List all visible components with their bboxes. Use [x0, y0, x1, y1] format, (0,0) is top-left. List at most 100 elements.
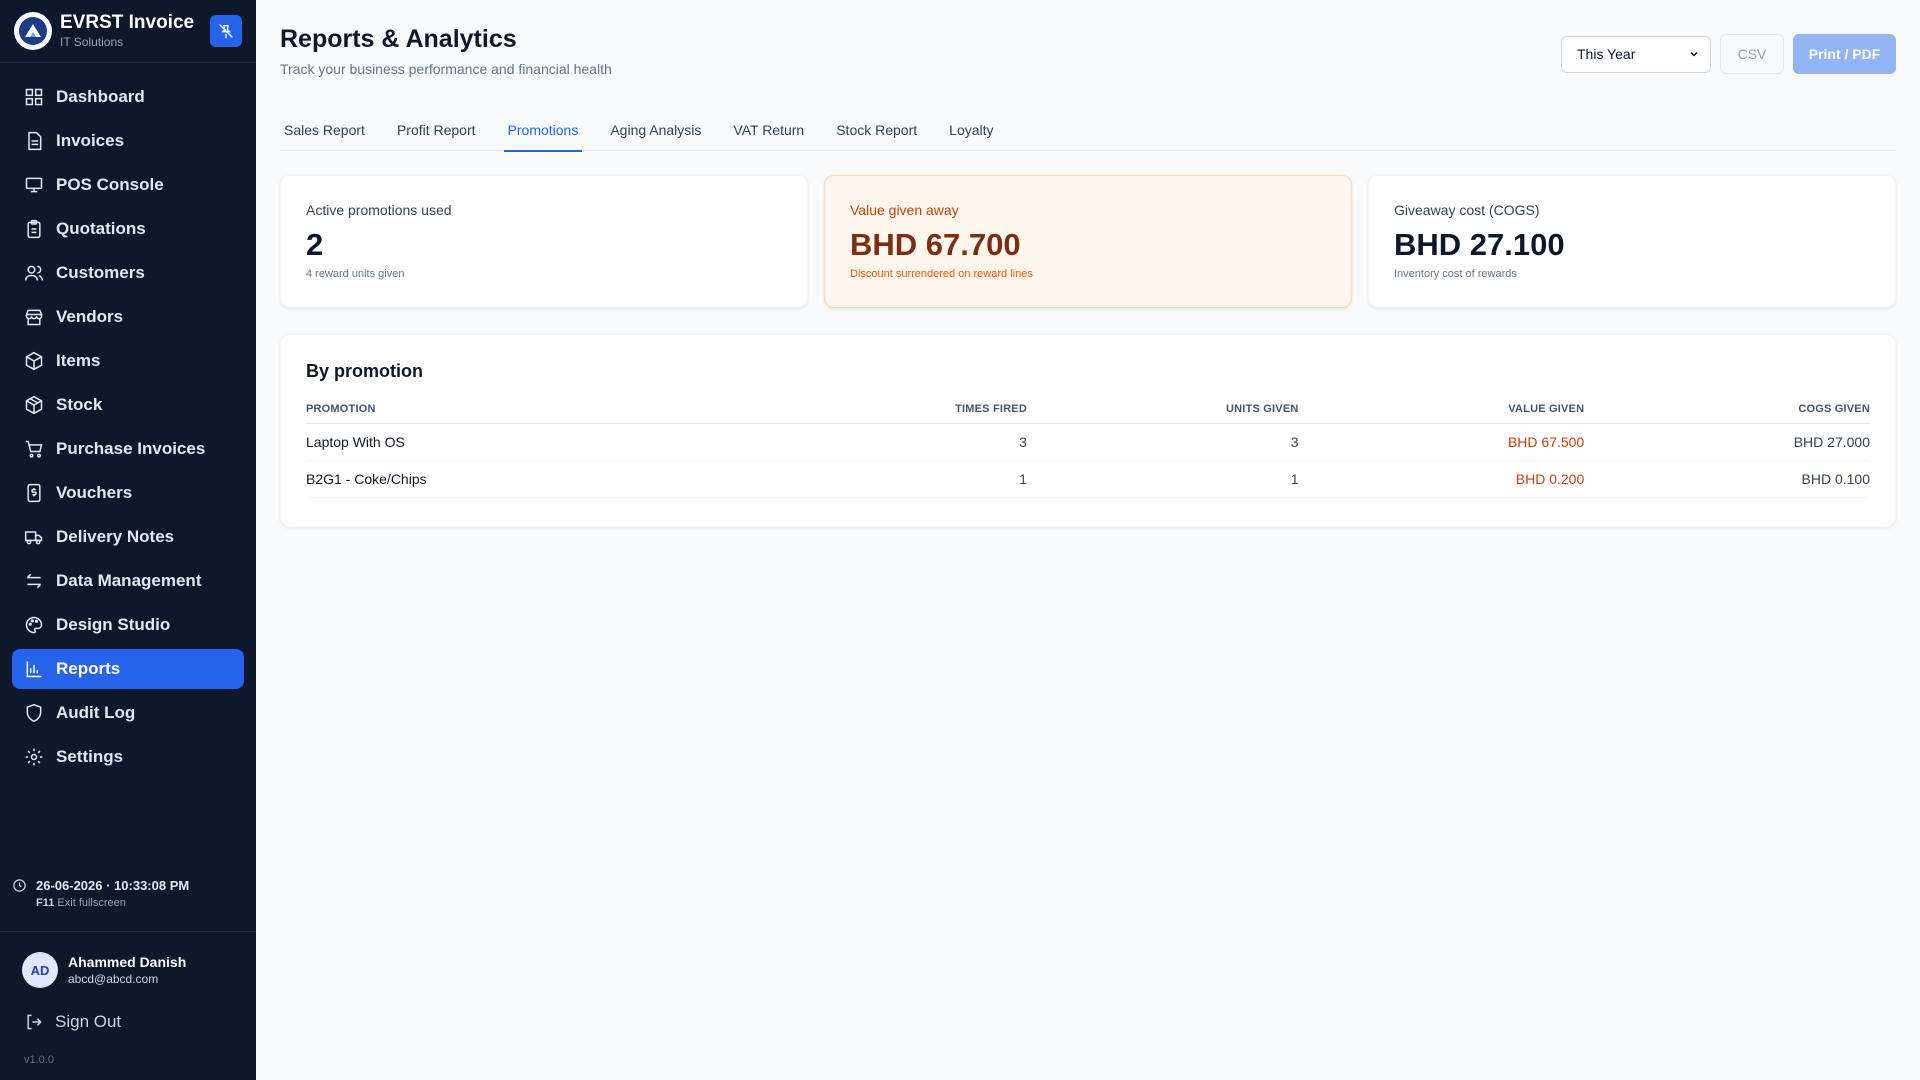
cart-icon	[25, 440, 43, 458]
sidebar-item-label: Purchase Invoices	[56, 439, 206, 458]
sidebar-item-data-management[interactable]: Data Management	[12, 561, 244, 601]
gear-icon	[25, 748, 43, 766]
units-given: 1	[1026, 460, 1299, 498]
palette-icon	[25, 616, 43, 634]
sidebar-item-label: Reports	[56, 659, 121, 678]
giveaway-cost-card: Giveaway cost (COGS) BHD 27.100 Inventor…	[1368, 175, 1896, 308]
value-given-away-card: Value given away BHD 67.700 Discount sur…	[824, 175, 1352, 308]
sidebar-item-label: Stock	[56, 395, 103, 414]
print-pdf-button[interactable]: Print / PDF	[1793, 34, 1896, 74]
sign-out-button[interactable]: Sign Out	[24, 1012, 121, 1032]
csv-export-button[interactable]: CSV	[1720, 34, 1784, 74]
sidebar-item-label: Dashboard	[56, 87, 145, 106]
column-header-promotion[interactable]: PROMOTION	[306, 396, 758, 424]
value-given: BHD 0.200	[1298, 460, 1585, 498]
sidebar-item-label: Vendors	[56, 307, 124, 326]
table-row[interactable]: Laptop With OS 3 3 BHD 67.500 BHD 27.000	[306, 423, 1870, 461]
sidebar-item-label: Items	[56, 351, 101, 370]
sidebar-item-invoices[interactable]: Invoices	[12, 121, 244, 161]
mountain-logo-icon	[14, 12, 52, 50]
column-header-times-fired[interactable]: TIMES FIRED	[757, 396, 1027, 424]
sidebar: EVRST Invoice IT Solutions Dashboard Inv…	[0, 0, 256, 1080]
sidebar-item-label: Quotations	[56, 219, 146, 238]
brand-header: EVRST Invoice IT Solutions	[0, 0, 256, 63]
card-note: Inventory cost of rewards	[1394, 268, 1517, 280]
period-select-value: This Year	[1577, 46, 1636, 62]
clipboard-icon	[27, 219, 41, 239]
user-profile[interactable]: AD Ahammed Danish abcd@abcd.com	[22, 952, 186, 988]
package-icon	[25, 395, 43, 415]
cogs-given: BHD 0.100	[1584, 460, 1870, 498]
card-value: 2	[306, 227, 324, 262]
sidebar-item-purchase-invoices[interactable]: Purchase Invoices	[12, 429, 244, 469]
tab-sales-report[interactable]: Sales Report	[280, 109, 369, 152]
card-label: Active promotions used	[306, 202, 452, 218]
sidebar-divider	[0, 931, 256, 932]
sidebar-item-dashboard[interactable]: Dashboard	[12, 77, 244, 117]
report-toolbar: This Year CSV Print / PDF	[1561, 34, 1896, 74]
tab-profit-report[interactable]: Profit Report	[393, 109, 480, 152]
page-title: Reports & Analytics	[280, 25, 517, 53]
sidebar-item-items[interactable]: Items	[12, 341, 244, 381]
sidebar-item-label: Design Studio	[56, 615, 171, 634]
table-header-row: PROMOTION TIMES FIRED UNITS GIVEN VALUE …	[306, 396, 1870, 424]
sidebar-nav: Dashboard Invoices POS Console Quotation…	[0, 63, 256, 777]
card-value: BHD 67.700	[850, 227, 1021, 262]
fullscreen-hint-text: Exit fullscreen	[57, 897, 126, 909]
card-label: Value given away	[850, 202, 959, 218]
sidebar-item-label: Invoices	[56, 131, 125, 150]
avatar: AD	[22, 952, 58, 988]
sidebar-item-label: Audit Log	[56, 703, 136, 722]
active-promotions-card: Active promotions used 2 4 reward units …	[280, 175, 808, 308]
users-icon	[24, 265, 44, 281]
promotions-table: PROMOTION TIMES FIRED UNITS GIVEN VALUE …	[306, 396, 1870, 498]
promotion-name: Laptop With OS	[306, 423, 758, 461]
sidebar-item-reports[interactable]: Reports	[12, 649, 244, 689]
sidebar-item-design-studio[interactable]: Design Studio	[12, 605, 244, 645]
unpin-sidebar-button[interactable]	[210, 15, 242, 47]
sidebar-item-vendors[interactable]: Vendors	[12, 297, 244, 337]
sidebar-item-label: Delivery Notes	[56, 527, 175, 546]
column-header-cogs-given[interactable]: COGS GIVEN	[1584, 396, 1870, 424]
report-tabs: Sales Report Profit Report Promotions Ag…	[280, 108, 1896, 152]
sidebar-item-delivery-notes[interactable]: Delivery Notes	[12, 517, 244, 557]
card-label: Giveaway cost (COGS)	[1394, 202, 1540, 218]
sidebar-item-settings[interactable]: Settings	[12, 737, 244, 777]
app-subtitle: IT Solutions	[60, 35, 124, 49]
cogs-given: BHD 27.000	[1584, 423, 1870, 461]
sidebar-item-vouchers[interactable]: Vouchers	[12, 473, 244, 513]
card-value: BHD 27.100	[1394, 227, 1565, 262]
sidebar-item-audit-log[interactable]: Audit Log	[12, 693, 244, 733]
tab-vat-return[interactable]: VAT Return	[729, 109, 808, 152]
units-given: 3	[1026, 423, 1299, 461]
dollar-receipt-icon	[27, 483, 41, 503]
column-header-units-given[interactable]: UNITS GIVEN	[1026, 396, 1299, 424]
period-select[interactable]: This Year	[1561, 35, 1711, 73]
column-header-value-given[interactable]: VALUE GIVEN	[1298, 396, 1585, 424]
tab-loyalty[interactable]: Loyalty	[945, 109, 997, 152]
clock-icon	[13, 879, 26, 892]
app-version: v1.0.0	[24, 1054, 54, 1066]
table-row[interactable]: B2G1 - Coke/Chips 1 1 BHD 0.200 BHD 0.10…	[306, 460, 1870, 498]
tab-stock-report[interactable]: Stock Report	[832, 109, 921, 152]
store-icon	[25, 309, 43, 326]
fullscreen-hint: F11 Exit fullscreen	[36, 897, 244, 909]
file-icon	[28, 131, 42, 151]
sidebar-item-customers[interactable]: Customers	[12, 253, 244, 293]
tab-aging-analysis[interactable]: Aging Analysis	[606, 109, 705, 152]
times-fired: 1	[757, 460, 1027, 498]
app-title: EVRST Invoice	[60, 12, 195, 33]
sidebar-item-stock[interactable]: Stock	[12, 385, 244, 425]
page-subtitle: Track your business performance and fina…	[280, 61, 612, 77]
tab-promotions[interactable]: Promotions	[503, 109, 583, 152]
sign-out-label: Sign Out	[55, 1012, 122, 1031]
sidebar-item-label: Settings	[56, 747, 124, 766]
clock-datetime: 26-06-2026 · 10:33:08 PM	[36, 878, 190, 893]
user-name: Ahammed Danish	[68, 954, 187, 970]
user-email: abcd@abcd.com	[68, 972, 159, 986]
box-icon	[25, 351, 43, 371]
sidebar-item-pos-console[interactable]: POS Console	[12, 165, 244, 205]
sidebar-item-quotations[interactable]: Quotations	[12, 209, 244, 249]
panel-title: By promotion	[306, 361, 423, 381]
bar-chart-icon	[26, 661, 42, 678]
